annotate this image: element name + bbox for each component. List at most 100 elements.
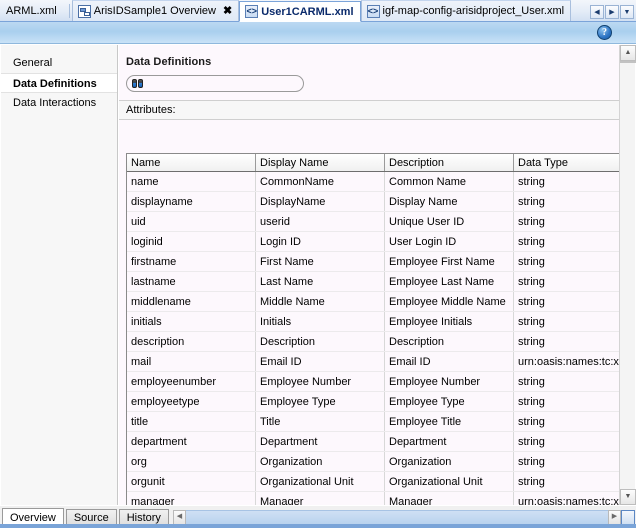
table-cell[interactable]: Employee Initials: [384, 311, 514, 332]
table-cell[interactable]: urn:oasis:names:tc:xa..: [513, 491, 619, 505]
table-row[interactable]: org Organization Organization string: [127, 451, 619, 472]
table-row[interactable]: lastname Last Name Employee Last Name strin…: [127, 271, 619, 292]
table-row[interactable]: orgunit Organizational Unit Organizational…: [127, 471, 619, 492]
table-cell[interactable]: string: [513, 291, 619, 312]
table-cell[interactable]: employeenumber: [127, 371, 256, 392]
editor-tab[interactable]: ARML.xml: [0, 0, 67, 21]
table-cell[interactable]: department: [127, 431, 256, 452]
table-cell[interactable]: Employee Title: [384, 411, 514, 432]
table-cell[interactable]: userid: [255, 211, 385, 232]
table-cell[interactable]: string: [513, 311, 619, 332]
table-row[interactable]: displayname DisplayName Display Name string: [127, 191, 619, 212]
scroll-left-button[interactable]: ◀: [172, 509, 186, 525]
table-cell[interactable]: Department: [384, 431, 514, 452]
table-cell[interactable]: Common Name: [384, 171, 514, 192]
table-cell[interactable]: Last Name: [255, 271, 385, 292]
table-cell[interactable]: Email ID: [384, 351, 514, 372]
table-cell[interactable]: string: [513, 191, 619, 212]
column-header[interactable]: Data Type: [513, 154, 619, 172]
table-cell[interactable]: string: [513, 451, 619, 472]
sidebar-item-general[interactable]: General: [1, 53, 117, 73]
table-row[interactable]: title Title Employee Title string: [127, 411, 619, 432]
vertical-scrollbar-thumb[interactable]: [620, 61, 636, 63]
table-cell[interactable]: User Login ID: [384, 231, 514, 252]
scroll-right-button[interactable]: ▶: [608, 509, 621, 525]
table-cell[interactable]: Manager: [384, 491, 514, 505]
search-box[interactable]: [126, 75, 304, 92]
next-tab-button[interactable]: ▶: [605, 5, 619, 19]
table-cell[interactable]: Department: [255, 431, 385, 452]
scroll-down-button[interactable]: ▼: [620, 489, 636, 505]
search-input[interactable]: [148, 77, 298, 90]
table-cell[interactable]: Description: [384, 331, 514, 352]
editor-tab[interactable]: <> igf-map-config-arisidproject_User.xml: [360, 0, 572, 21]
table-cell[interactable]: Description: [255, 331, 385, 352]
table-cell[interactable]: employeetype: [127, 391, 256, 412]
table-cell[interactable]: urn:oasis:names:tc:xa..: [513, 351, 619, 372]
column-header[interactable]: Name: [127, 154, 256, 172]
table-cell[interactable]: string: [513, 331, 619, 352]
table-cell[interactable]: string: [513, 171, 619, 192]
tab-list-dropdown-button[interactable]: ▼: [620, 5, 634, 19]
table-cell[interactable]: Manager: [255, 491, 385, 505]
table-cell[interactable]: Employee Last Name: [384, 271, 514, 292]
table-cell[interactable]: string: [513, 251, 619, 272]
table-cell[interactable]: Unique User ID: [384, 211, 514, 232]
horizontal-scrollbar-thumb[interactable]: [621, 509, 635, 525]
table-cell[interactable]: title: [127, 411, 256, 432]
table-row[interactable]: uid userid Unique User ID string: [127, 211, 619, 232]
previous-tab-button[interactable]: ◀: [590, 5, 604, 19]
table-cell[interactable]: uid: [127, 211, 256, 232]
table-row[interactable]: middlename Middle Name Employee Middle Nam…: [127, 291, 619, 312]
table-cell[interactable]: string: [513, 391, 619, 412]
table-cell[interactable]: middlename: [127, 291, 256, 312]
table-cell[interactable]: string: [513, 271, 619, 292]
attributes-table-scroll-area[interactable]: Name Display Name Description Data Type nam…: [126, 153, 619, 505]
table-cell[interactable]: Employee Middle Name: [384, 291, 514, 312]
table-row[interactable]: description Description Description string: [127, 331, 619, 352]
table-cell[interactable]: string: [513, 371, 619, 392]
horizontal-scrollbar-track[interactable]: [185, 509, 608, 525]
help-icon[interactable]: ?: [597, 25, 612, 40]
scroll-up-button[interactable]: ▲: [620, 45, 636, 61]
sidebar-item-data-definitions[interactable]: Data Definitions: [1, 73, 117, 93]
table-cell[interactable]: Employee Number: [255, 371, 385, 392]
table-cell[interactable]: displayname: [127, 191, 256, 212]
table-cell[interactable]: Title: [255, 411, 385, 432]
table-cell[interactable]: Display Name: [384, 191, 514, 212]
table-cell[interactable]: string: [513, 471, 619, 492]
table-row[interactable]: manager Manager Manager urn:oasis:names:tc:…: [127, 491, 619, 505]
sidebar-item-data-interactions[interactable]: Data Interactions: [1, 93, 117, 113]
table-cell[interactable]: mail: [127, 351, 256, 372]
editor-tab[interactable]: ArisIDSample1 Overview ✖: [71, 0, 240, 21]
table-cell[interactable]: Organization: [255, 451, 385, 472]
table-cell[interactable]: Initials: [255, 311, 385, 332]
table-row[interactable]: initials Initials Employee Initials string: [127, 311, 619, 332]
vertical-scrollbar[interactable]: ▲ ▼: [619, 45, 636, 505]
table-cell[interactable]: string: [513, 411, 619, 432]
table-row[interactable]: department Department Department string: [127, 431, 619, 452]
table-row[interactable]: employeenumber Employee Number Employee Nu…: [127, 371, 619, 392]
column-header[interactable]: Description: [384, 154, 514, 172]
table-cell[interactable]: loginid: [127, 231, 256, 252]
table-cell[interactable]: Organizational Unit: [384, 471, 514, 492]
table-cell[interactable]: manager: [127, 491, 256, 505]
table-cell[interactable]: description: [127, 331, 256, 352]
table-cell[interactable]: CommonName: [255, 171, 385, 192]
table-row[interactable]: name CommonName Common Name string: [127, 171, 619, 192]
editor-tab[interactable]: <> User1CARML.xml: [239, 1, 361, 22]
table-cell[interactable]: First Name: [255, 251, 385, 272]
table-cell[interactable]: DisplayName: [255, 191, 385, 212]
table-cell[interactable]: string: [513, 231, 619, 252]
table-cell[interactable]: string: [513, 431, 619, 452]
table-cell[interactable]: Organization: [384, 451, 514, 472]
table-row[interactable]: employeetype Employee Type Employee Type st…: [127, 391, 619, 412]
table-cell[interactable]: firstname: [127, 251, 256, 272]
table-row[interactable]: loginid Login ID User Login ID string: [127, 231, 619, 252]
table-cell[interactable]: Employee Number: [384, 371, 514, 392]
horizontal-scrollbar[interactable]: ◀ ▶: [172, 509, 635, 525]
table-cell[interactable]: Employee Type: [255, 391, 385, 412]
table-row[interactable]: mail Email ID Email ID urn:oasis:names:tc:x…: [127, 351, 619, 372]
table-cell[interactable]: initials: [127, 311, 256, 332]
close-icon[interactable]: ✖: [223, 5, 232, 17]
